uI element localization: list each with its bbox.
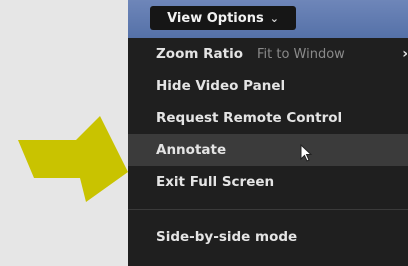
menu-item-request-remote-control[interactable]: Request Remote Control <box>128 102 408 134</box>
chevron-right-icon: › <box>402 46 408 62</box>
top-toolbar: View Options ⌄ <box>128 0 408 38</box>
menu-divider <box>128 209 408 210</box>
menu-item-hide-video-panel[interactable]: Hide Video Panel <box>128 70 408 102</box>
view-options-menu: Zoom Ratio Fit to Window › Hide Video Pa… <box>128 38 408 253</box>
zoom-meeting-panel: View Options ⌄ Zoom Ratio Fit to Window … <box>128 0 408 266</box>
mouse-cursor-icon <box>300 144 313 162</box>
view-options-button[interactable]: View Options ⌄ <box>150 6 296 30</box>
chevron-down-icon: ⌄ <box>269 11 279 25</box>
menu-item-side-by-side-mode[interactable]: Side-by-side mode <box>128 221 408 253</box>
arrow-right-icon <box>18 116 128 202</box>
view-options-label: View Options <box>167 10 264 26</box>
menu-item-exit-full-screen[interactable]: Exit Full Screen <box>128 166 408 198</box>
zoom-ratio-label: Zoom Ratio <box>156 46 243 62</box>
annotate-label: Annotate <box>156 142 227 158</box>
zoom-ratio-value: Fit to Window <box>256 46 345 62</box>
menu-item-zoom-ratio[interactable]: Zoom Ratio Fit to Window › <box>128 38 408 70</box>
menu-item-annotate[interactable]: Annotate <box>128 134 408 166</box>
